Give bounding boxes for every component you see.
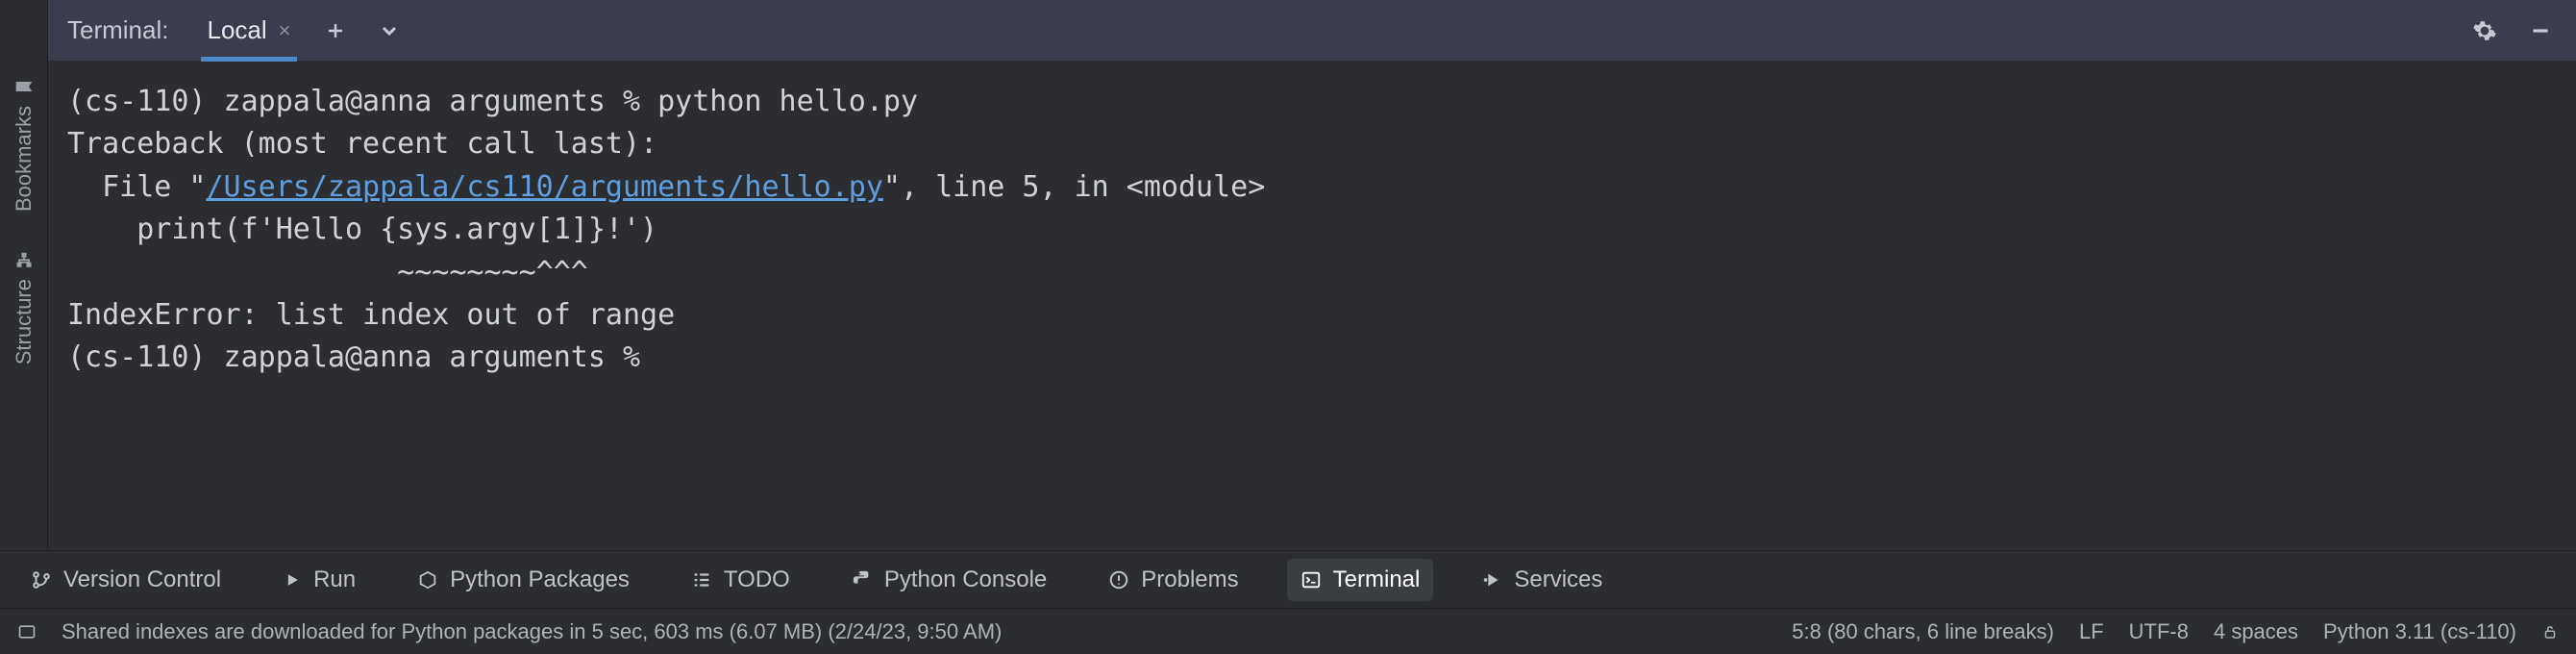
settings-button[interactable] bbox=[2468, 14, 2501, 47]
tab-python-console[interactable]: Python Console bbox=[838, 559, 1060, 601]
status-encoding[interactable]: UTF-8 bbox=[2129, 619, 2189, 644]
tab-python-packages[interactable]: Python Packages bbox=[404, 559, 643, 601]
term-line: print(f'Hello {sys.argv[1]}!') bbox=[67, 213, 657, 246]
tab-label: Services bbox=[1514, 566, 1602, 593]
tab-version-control[interactable]: Version Control bbox=[17, 559, 235, 601]
tab-label: Python Console bbox=[884, 566, 1047, 593]
tab-label: TODO bbox=[724, 566, 790, 593]
tab-label: Problems bbox=[1141, 566, 1238, 593]
status-line-separator[interactable]: LF bbox=[2079, 619, 2104, 644]
status-bar: Shared indexes are downloaded for Python… bbox=[0, 608, 2576, 654]
status-indent[interactable]: 4 spaces bbox=[2214, 619, 2298, 644]
packages-icon bbox=[417, 569, 438, 591]
term-line: Traceback (most recent call last): bbox=[67, 127, 657, 161]
tab-dropdown-button[interactable] bbox=[374, 15, 405, 46]
tab-label: Terminal bbox=[1333, 566, 1421, 593]
file-link[interactable]: /Users/zappala/cs110/arguments/hello.py bbox=[207, 170, 883, 204]
branch-icon bbox=[31, 569, 52, 591]
term-line: ", line 5, in <module> bbox=[883, 170, 1265, 204]
tab-label: Python Packages bbox=[450, 566, 630, 593]
terminal-icon bbox=[1300, 569, 1322, 591]
term-line: IndexError: list index out of range bbox=[67, 298, 675, 332]
terminal-tab-label: Local bbox=[207, 15, 266, 45]
play-icon bbox=[283, 570, 302, 590]
structure-tool[interactable]: Structure bbox=[12, 250, 37, 365]
tab-label: Run bbox=[313, 566, 356, 593]
bookmark-icon bbox=[14, 74, 34, 99]
terminal-title: Terminal: bbox=[67, 15, 168, 45]
todo-icon bbox=[691, 569, 712, 591]
status-message: Shared indexes are downloaded for Python… bbox=[62, 619, 1002, 644]
status-interpreter[interactable]: Python 3.11 (cs-110) bbox=[2323, 619, 2516, 644]
term-line: (cs-110) zappala@anna arguments % python… bbox=[67, 85, 918, 118]
services-icon bbox=[1481, 569, 1502, 591]
left-tool-rail: Bookmarks Structure bbox=[0, 0, 48, 550]
close-tab-button[interactable]: × bbox=[279, 18, 291, 43]
terminal-output[interactable]: (cs-110) zappala@anna arguments % python… bbox=[48, 62, 2576, 550]
python-icon bbox=[852, 569, 873, 591]
terminal-panel: Terminal: Local × (cs-110) zappala@anna … bbox=[48, 0, 2576, 550]
tab-terminal[interactable]: Terminal bbox=[1287, 559, 1434, 601]
bottom-toolbar: Version Control Run Python Packages TODO… bbox=[0, 550, 2576, 608]
problems-icon bbox=[1108, 569, 1129, 591]
lock-icon[interactable] bbox=[2541, 623, 2559, 641]
term-line: ~~~~~~~~^^^ bbox=[67, 256, 588, 289]
tab-run[interactable]: Run bbox=[269, 559, 369, 601]
term-line: File " bbox=[67, 170, 207, 204]
bookmarks-label: Bookmarks bbox=[12, 106, 37, 212]
term-line: (cs-110) zappala@anna arguments % bbox=[67, 340, 657, 374]
structure-label: Structure bbox=[12, 279, 37, 365]
tab-problems[interactable]: Problems bbox=[1095, 559, 1251, 601]
tab-services[interactable]: Services bbox=[1468, 559, 1616, 601]
status-icon bbox=[17, 622, 37, 641]
tab-todo[interactable]: TODO bbox=[678, 559, 804, 601]
tab-label: Version Control bbox=[63, 566, 221, 593]
new-tab-button[interactable] bbox=[320, 15, 351, 46]
terminal-tab-local[interactable]: Local × bbox=[201, 0, 296, 61]
terminal-tabbar: Terminal: Local × bbox=[48, 0, 2576, 62]
status-cursor[interactable]: 5:8 (80 chars, 6 line breaks) bbox=[1792, 619, 2054, 644]
bookmarks-tool[interactable]: Bookmarks bbox=[12, 77, 37, 212]
minimize-button[interactable] bbox=[2524, 14, 2557, 47]
structure-icon bbox=[14, 247, 34, 272]
